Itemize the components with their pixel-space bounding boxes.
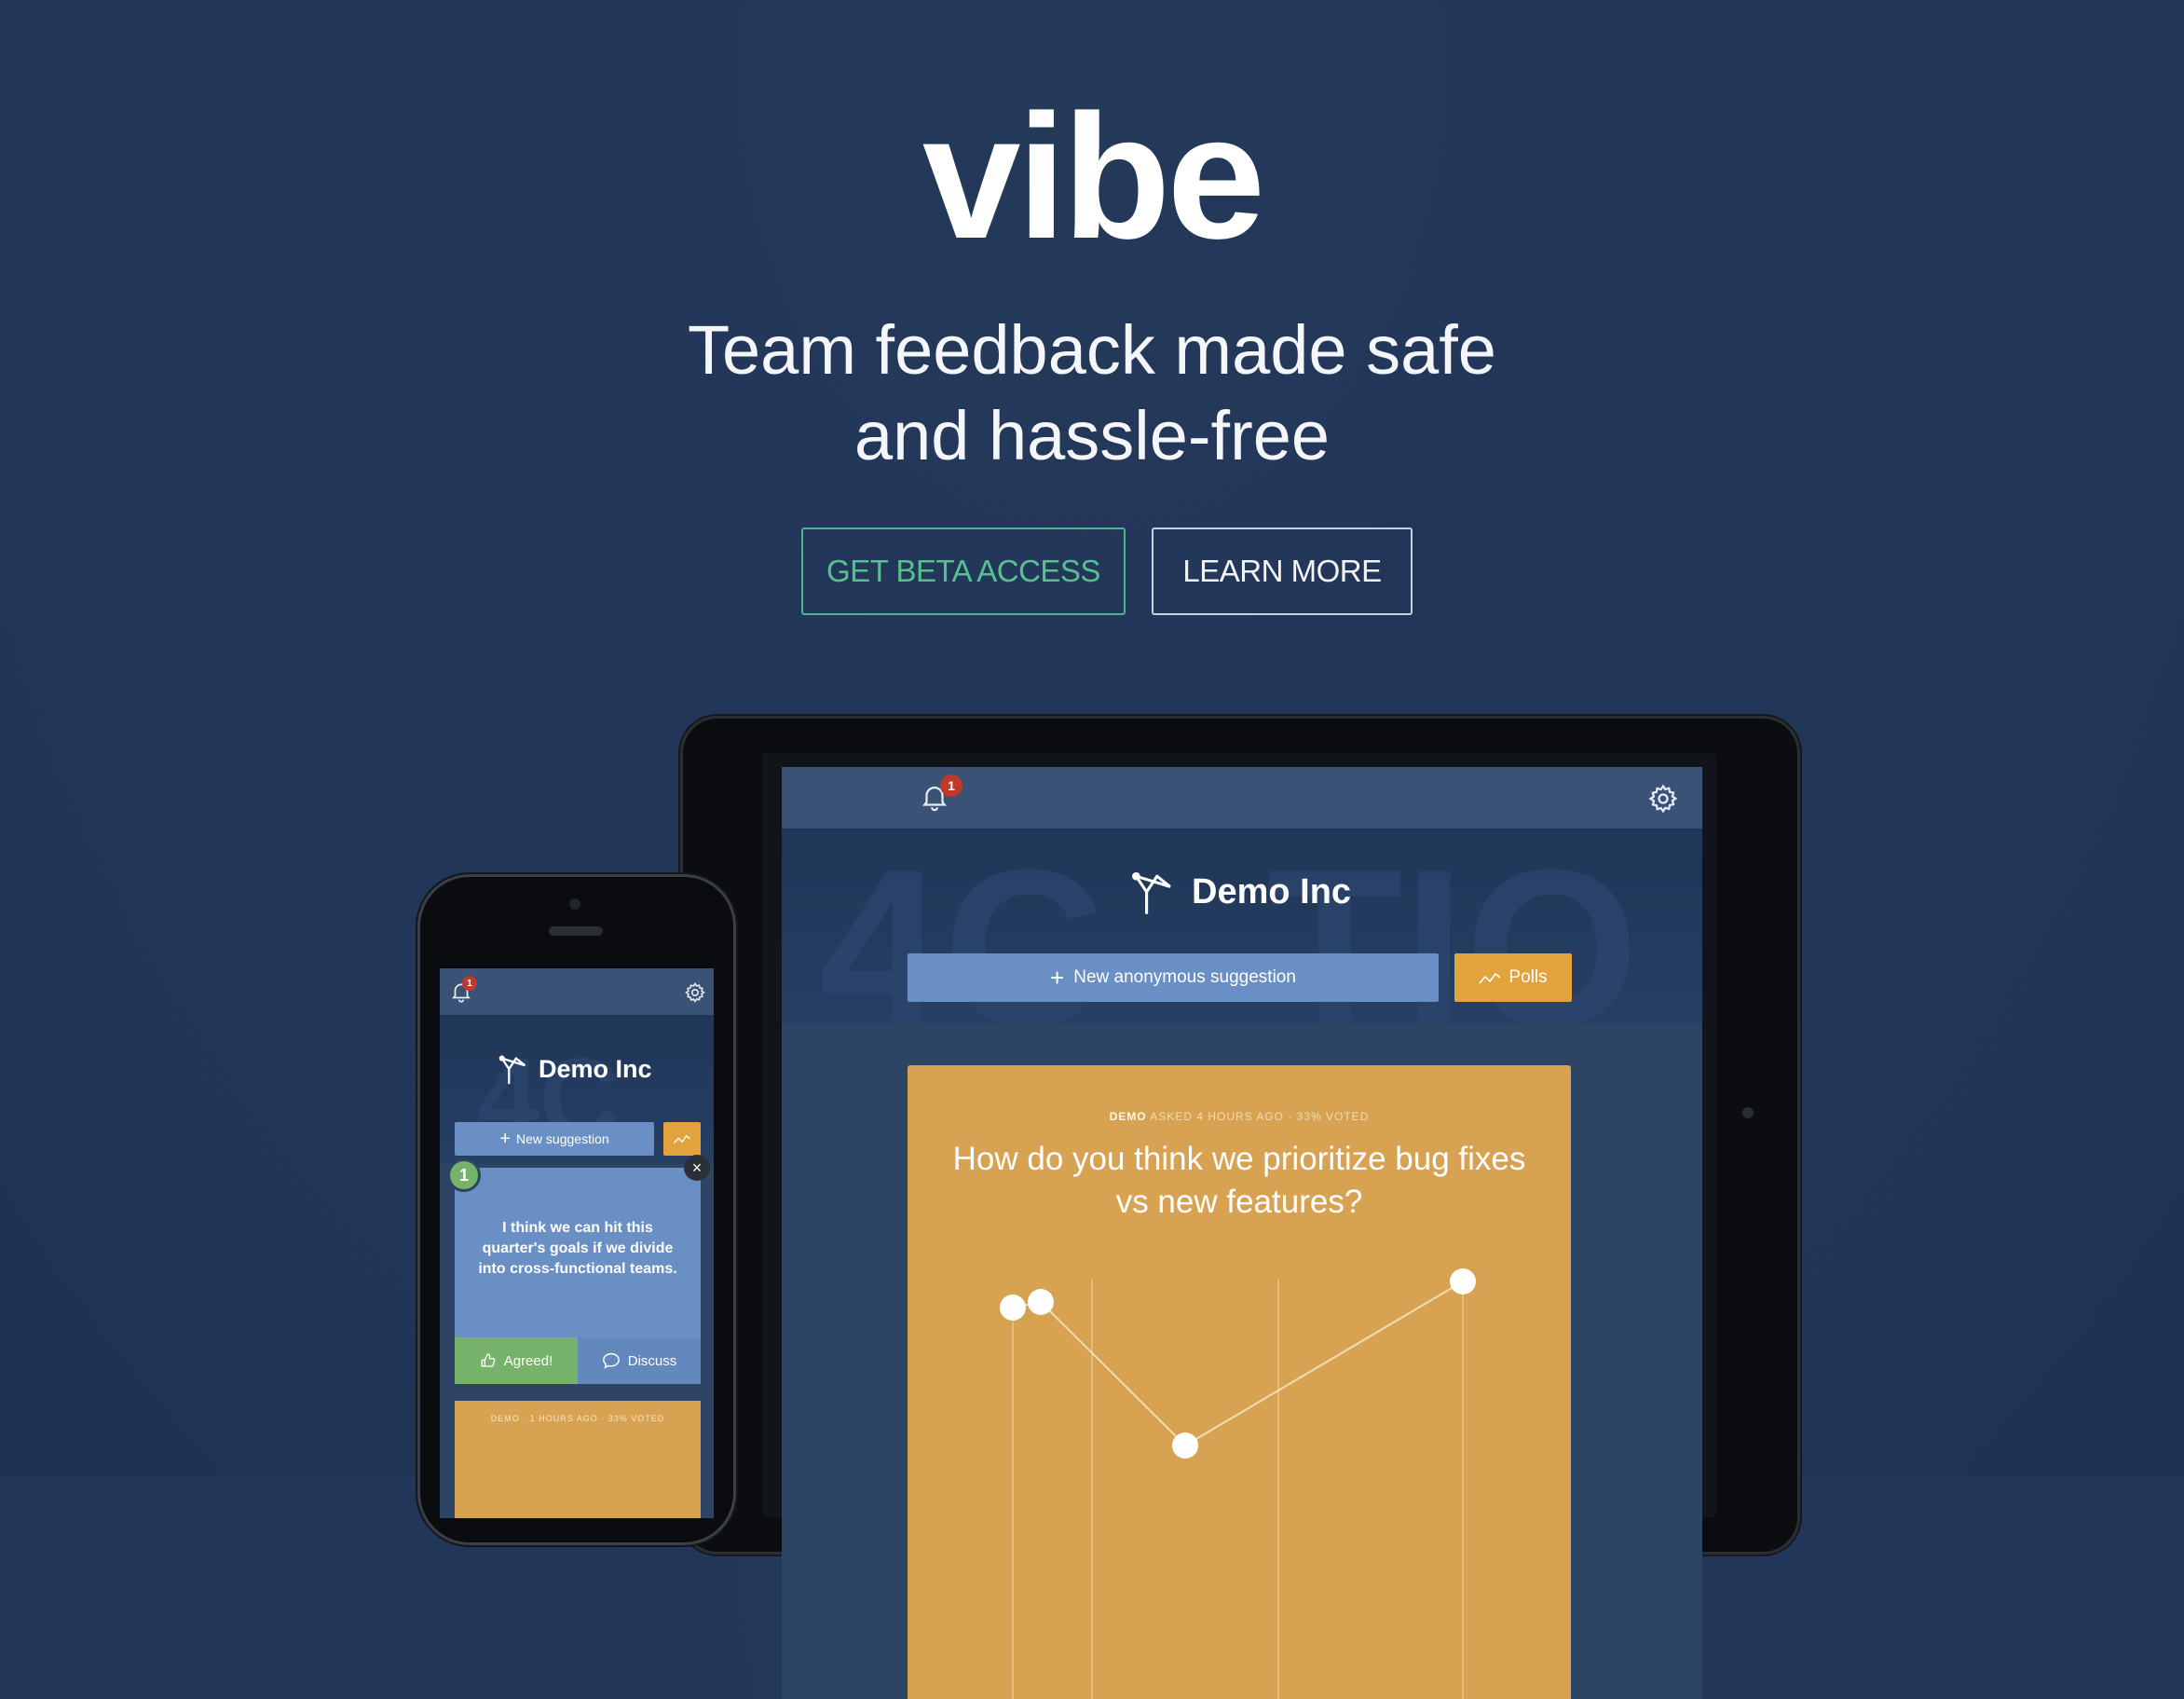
chart-line-icon	[1479, 969, 1501, 986]
chart-line-icon	[673, 1132, 691, 1145]
phone-mockup: 1 4C Demo Inc + New suggestion I think w…	[417, 874, 736, 1545]
tablet-topbar: 1	[782, 767, 1702, 829]
agreed-button[interactable]: Agreed!	[455, 1337, 578, 1384]
tagline-line-1: Team feedback made safe	[688, 311, 1496, 389]
new-suggestion-button[interactable]: + New suggestion	[455, 1122, 654, 1156]
phone-screen: 1 4C Demo Inc + New suggestion I think w…	[440, 968, 714, 1518]
close-icon[interactable]: ×	[684, 1155, 710, 1181]
poll-trend-line	[1012, 1281, 1464, 1447]
tablet-mockup: 1 4C TIO Demo Inc + New anonymous sugges…	[680, 716, 1800, 1699]
tagline: Team feedback made safe and hassle-free	[0, 308, 2184, 479]
poll-card[interactable]: DEMO ASKED 4 HOURS AGO · 33% VOTED How d…	[908, 1065, 1571, 1699]
tablet-brand: Demo Inc	[1126, 864, 1351, 920]
poll-point	[1028, 1289, 1054, 1315]
plus-icon: +	[499, 1128, 512, 1149]
poll-point	[1000, 1295, 1026, 1321]
thumbs-up-icon	[480, 1352, 497, 1369]
vibe-logo: vibe	[921, 78, 1265, 276]
learn-more-button[interactable]: LEARN MORE	[1152, 528, 1413, 615]
tagline-line-2: and hassle-free	[853, 397, 1331, 474]
suggestion-label: New suggestion	[516, 1131, 609, 1146]
new-anonymous-suggestion-button[interactable]: + New anonymous suggestion	[908, 953, 1439, 1002]
polls-button[interactable]: Polls	[1454, 953, 1572, 1002]
tablet-camera	[1742, 1107, 1754, 1118]
polls-label: Polls	[1508, 967, 1548, 987]
discuss-label: Discuss	[627, 1352, 677, 1369]
speech-bubble-icon	[602, 1352, 621, 1369]
polls-button[interactable]	[663, 1122, 701, 1156]
poll-meta: DEMO · 1 HOURS AGO · 33% VOTED	[490, 1414, 665, 1423]
suggestion-card[interactable]: I think we can hit this quarter's goals …	[455, 1168, 701, 1384]
notification-badge: 1	[940, 774, 962, 797]
suggestion-label: New anonymous suggestion	[1073, 967, 1296, 987]
poll-point	[1172, 1432, 1198, 1459]
phone-speaker	[549, 926, 603, 936]
phone-camera	[569, 898, 580, 910]
slingshot-logo-icon	[1126, 864, 1182, 920]
phone-brand: Demo Inc	[496, 1050, 652, 1088]
notification-badge: 1	[462, 976, 477, 991]
get-beta-access-button[interactable]: GET BETA ACCESS	[801, 528, 1126, 615]
phone-topbar: 1	[440, 968, 714, 1015]
poll-chart	[1000, 1268, 1476, 1699]
plus-icon: +	[1050, 963, 1065, 992]
suggestion-number-badge: 1	[447, 1158, 481, 1192]
agreed-label: Agreed!	[503, 1352, 553, 1369]
company-name: Demo Inc	[539, 1054, 652, 1083]
company-name: Demo Inc	[1192, 871, 1352, 911]
tablet-screen: 1 4C TIO Demo Inc + New anonymous sugges…	[782, 767, 1702, 1699]
suggestion-text: I think we can hit this quarter's goals …	[478, 1220, 677, 1277]
gear-icon[interactable]	[1645, 780, 1682, 817]
poll-point	[1450, 1268, 1476, 1295]
slingshot-logo-icon	[496, 1050, 533, 1088]
discuss-button[interactable]: Discuss	[578, 1337, 701, 1384]
gear-icon[interactable]	[682, 980, 708, 1006]
poll-card-preview[interactable]: DEMO · 1 HOURS AGO · 33% VOTED	[455, 1401, 701, 1518]
